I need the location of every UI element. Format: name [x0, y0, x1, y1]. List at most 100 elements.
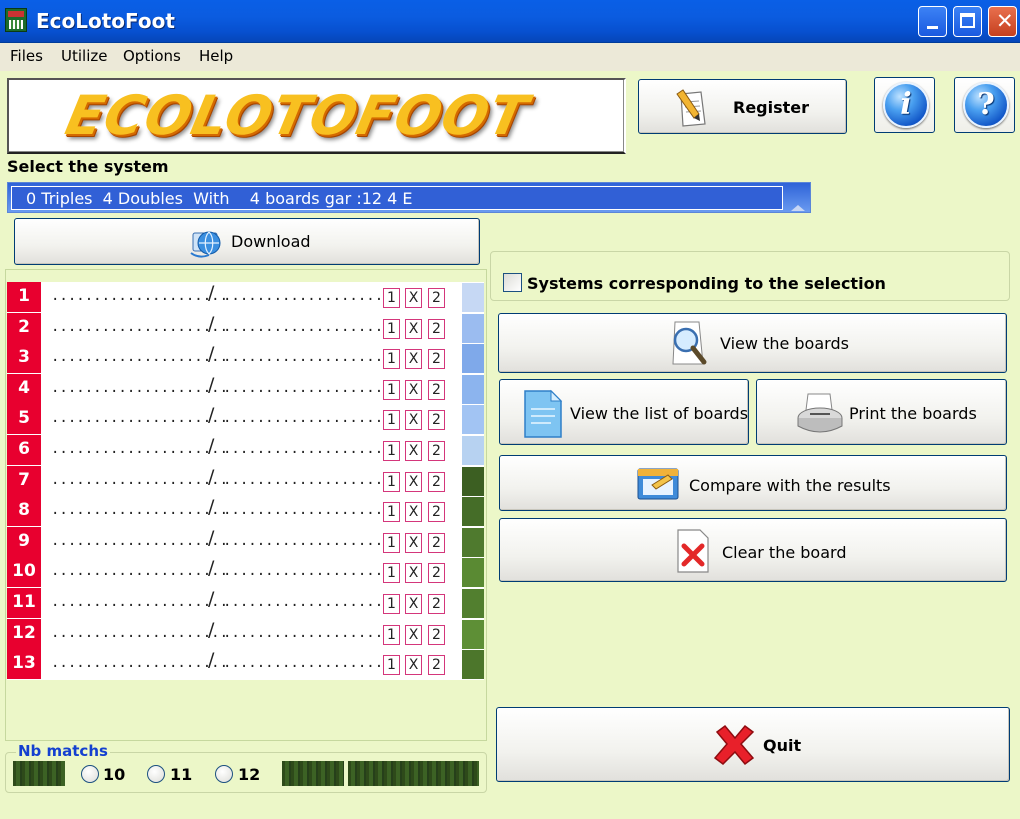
- option-1-box[interactable]: 1: [383, 563, 400, 584]
- option-1-box[interactable]: 1: [383, 624, 400, 645]
- option-1-box[interactable]: 1: [383, 318, 400, 339]
- home-team-field[interactable]: .....................: [51, 502, 228, 518]
- option-x-box[interactable]: X: [405, 594, 422, 614]
- option-2-box[interactable]: 2: [428, 502, 445, 523]
- away-team-field[interactable]: .....................: [223, 410, 400, 426]
- option-x-box[interactable]: X: [405, 655, 422, 676]
- view-list-label: View the list of boards: [570, 404, 749, 423]
- home-team-field[interactable]: .....................: [51, 410, 228, 426]
- option-2-box[interactable]: 2: [428, 471, 445, 492]
- option-1-box[interactable]: 1: [383, 288, 400, 308]
- logo-text: ECOLOTOFOOT: [60, 84, 534, 147]
- system-select-value: 0 Triples 4 Doubles With 4 boards gar :1…: [11, 186, 783, 210]
- away-team-field[interactable]: .....................: [223, 594, 400, 610]
- option-x-box[interactable]: X: [405, 288, 422, 308]
- option-2-box[interactable]: 2: [428, 441, 445, 461]
- option-x-box[interactable]: X: [405, 532, 422, 553]
- option-1-box[interactable]: 1: [383, 441, 400, 461]
- system-select[interactable]: 0 Triples 4 Doubles With 4 boards gar :1…: [7, 182, 811, 213]
- info-button[interactable]: i: [874, 77, 935, 133]
- option-2-box[interactable]: 2: [428, 410, 445, 431]
- away-team-field[interactable]: .....................: [223, 380, 400, 396]
- home-team-field[interactable]: .....................: [51, 441, 228, 457]
- option-x-box[interactable]: X: [405, 471, 422, 492]
- option-x-box[interactable]: X: [405, 379, 422, 400]
- quit-label: Quit: [763, 736, 802, 755]
- home-team-field[interactable]: .....................: [51, 349, 228, 365]
- home-team-field[interactable]: .....................: [51, 288, 228, 304]
- view-list-button[interactable]: View the list of boards: [499, 379, 749, 445]
- option-2-box[interactable]: 2: [428, 349, 445, 370]
- option-1-box[interactable]: 1: [383, 532, 400, 553]
- away-team-field[interactable]: .....................: [223, 655, 400, 671]
- compare-results-button[interactable]: Compare with the results: [499, 455, 1007, 511]
- option-2-box[interactable]: 2: [428, 594, 445, 614]
- home-team-field[interactable]: .....................: [51, 472, 228, 488]
- option-2-box[interactable]: 2: [428, 379, 445, 400]
- away-team-field[interactable]: .....................: [223, 502, 400, 518]
- option-1-box[interactable]: 1: [383, 594, 400, 614]
- option-1-box[interactable]: 1: [383, 471, 400, 492]
- option-2-box[interactable]: 2: [428, 288, 445, 308]
- match-number: 3: [7, 343, 41, 375]
- radio-11[interactable]: [147, 765, 165, 783]
- print-boards-button[interactable]: Print the boards: [756, 379, 1007, 445]
- clear-board-button[interactable]: Clear the board: [499, 518, 1007, 582]
- match-separator: /: [208, 465, 215, 488]
- option-2-box[interactable]: 2: [428, 532, 445, 553]
- print-boards-label: Print the boards: [849, 404, 977, 423]
- option-1-box[interactable]: 1: [383, 655, 400, 676]
- help-button[interactable]: ?: [954, 77, 1015, 133]
- download-button[interactable]: Download: [14, 218, 480, 265]
- nb-matchs-label: Nb matchs: [16, 742, 110, 760]
- away-team-field[interactable]: .....................: [223, 533, 400, 549]
- option-2-box[interactable]: 2: [428, 318, 445, 339]
- option-x-box[interactable]: X: [405, 349, 422, 370]
- radio-10[interactable]: [81, 765, 99, 783]
- home-team-field[interactable]: .....................: [51, 655, 228, 671]
- option-x-box[interactable]: X: [405, 441, 422, 461]
- row-swatch: [462, 527, 484, 557]
- home-team-field[interactable]: .....................: [51, 533, 228, 549]
- option-1-box[interactable]: 1: [383, 502, 400, 523]
- home-team-field[interactable]: .....................: [51, 594, 228, 610]
- quit-button[interactable]: Quit: [496, 707, 1010, 782]
- home-team-field[interactable]: .....................: [51, 625, 228, 641]
- radio-12[interactable]: [215, 765, 233, 783]
- home-team-field[interactable]: .....................: [51, 319, 228, 335]
- systems-checkbox[interactable]: [503, 273, 522, 292]
- menu-options[interactable]: Options: [123, 47, 181, 65]
- close-button[interactable]: ✕: [988, 6, 1017, 37]
- option-1-box[interactable]: 1: [383, 410, 400, 431]
- option-1-box[interactable]: 1: [383, 379, 400, 400]
- match-separator: /: [208, 435, 215, 457]
- home-team-field[interactable]: .....................: [51, 380, 228, 396]
- menu-files[interactable]: Files: [10, 47, 43, 65]
- menu-help[interactable]: Help: [199, 47, 233, 65]
- away-team-field[interactable]: .....................: [223, 349, 400, 365]
- systems-filter-box: Systems corresponding to the selection: [490, 251, 1010, 301]
- option-x-box[interactable]: X: [405, 502, 422, 523]
- match-number: 4: [7, 373, 41, 405]
- home-team-field[interactable]: .....................: [51, 563, 228, 579]
- option-1-box[interactable]: 1: [383, 349, 400, 370]
- option-x-box[interactable]: X: [405, 563, 422, 584]
- option-x-box[interactable]: X: [405, 410, 422, 431]
- away-team-field[interactable]: .....................: [223, 563, 400, 579]
- away-team-field[interactable]: .....................: [223, 625, 400, 641]
- view-boards-button[interactable]: View the boards: [498, 313, 1007, 373]
- match-row: 11..................... /................…: [7, 588, 484, 619]
- option-x-box[interactable]: X: [405, 624, 422, 645]
- away-team-field[interactable]: .....................: [223, 441, 400, 457]
- menu-utilize[interactable]: Utilize: [61, 47, 107, 65]
- register-button[interactable]: Register: [638, 79, 847, 134]
- option-2-box[interactable]: 2: [428, 624, 445, 645]
- minimize-button[interactable]: [918, 6, 947, 37]
- option-2-box[interactable]: 2: [428, 655, 445, 676]
- away-team-field[interactable]: .....................: [223, 472, 400, 488]
- maximize-button[interactable]: [953, 6, 982, 37]
- away-team-field[interactable]: .....................: [223, 319, 400, 335]
- option-2-box[interactable]: 2: [428, 563, 445, 584]
- away-team-field[interactable]: .....................: [223, 288, 400, 304]
- option-x-box[interactable]: X: [405, 318, 422, 339]
